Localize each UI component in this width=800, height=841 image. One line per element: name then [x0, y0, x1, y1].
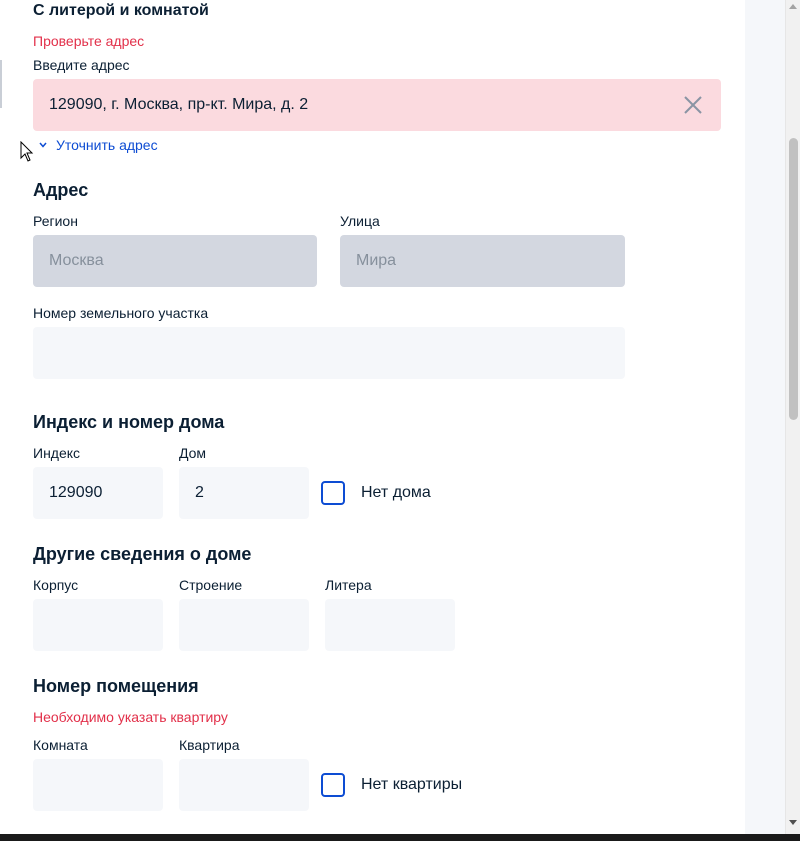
index-field[interactable]: 129090 [33, 467, 163, 519]
mouse-cursor-icon [20, 140, 34, 168]
region-label: Регион [33, 213, 78, 229]
vertical-scrollbar[interactable] [785, 0, 800, 834]
scroll-down-icon[interactable] [789, 820, 797, 825]
plot-field[interactable] [33, 327, 625, 379]
form-panel: С литерой и комнатой Проверьте адрес Вве… [0, 0, 745, 834]
address-input-value: 129090, г. Москва, пр-кт. Мира, д. 2 [49, 96, 309, 113]
scroll-up-icon[interactable] [789, 4, 797, 9]
no-apartment-checkbox[interactable] [321, 773, 345, 797]
index-title: Индекс и номер дома [33, 412, 225, 432]
clear-icon[interactable] [683, 95, 703, 115]
korpus-field[interactable] [33, 599, 163, 651]
region-value: Москва [49, 252, 104, 269]
house-value: 2 [195, 484, 204, 501]
room-field[interactable] [33, 759, 163, 811]
no-apartment-label: Нет квартиры [361, 776, 463, 793]
address-input[interactable]: 129090, г. Москва, пр-кт. Мира, д. 2 [33, 79, 721, 131]
street-label: Улица [340, 213, 380, 229]
section-title: С литерой и комнатой [33, 2, 209, 19]
stroenie-field[interactable] [179, 599, 309, 651]
scroll-thumb[interactable] [789, 138, 798, 420]
bottom-bar [0, 834, 800, 841]
apartment-error: Необходимо указать квартиру [33, 709, 228, 725]
no-house-checkbox[interactable] [321, 481, 345, 505]
address-title: Адрес [33, 180, 89, 200]
right-side-panel [745, 0, 785, 834]
address-label: Введите адрес [33, 57, 130, 73]
region-field: Москва [33, 235, 317, 287]
apartment-label: Квартира [179, 737, 240, 753]
other-info-title: Другие сведения о доме [33, 544, 252, 564]
chevron-down-icon [38, 137, 48, 153]
room-label: Комната [33, 737, 88, 753]
no-house-label: Нет дома [361, 484, 431, 501]
litera-field[interactable] [325, 599, 455, 651]
house-field[interactable]: 2 [179, 467, 309, 519]
side-edge [0, 60, 2, 108]
house-label: Дом [179, 445, 207, 461]
korpus-label: Корпус [33, 577, 79, 593]
street-value: Мира [356, 252, 397, 269]
stroenie-label: Строение [179, 577, 243, 593]
street-field: Мира [340, 235, 625, 287]
plot-label: Номер земельного участка [33, 305, 209, 321]
clarify-address-label: Уточнить адрес [56, 137, 158, 153]
index-value: 129090 [49, 484, 103, 501]
litera-label: Литера [325, 577, 372, 593]
clarify-address-link[interactable]: Уточнить адрес [38, 137, 158, 153]
index-label: Индекс [33, 445, 81, 461]
room-title: Номер помещения [33, 676, 199, 696]
address-error: Проверьте адрес [33, 33, 145, 49]
apartment-field[interactable] [179, 759, 309, 811]
